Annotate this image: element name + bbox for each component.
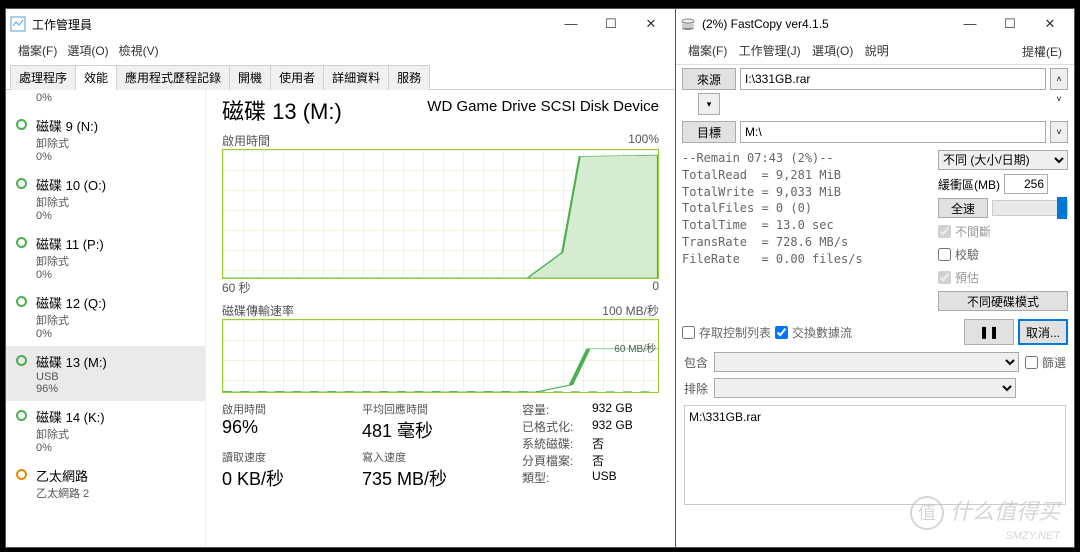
- close-button[interactable]: ✕: [631, 16, 671, 32]
- menu-options[interactable]: 選項(O): [63, 41, 112, 60]
- tab-startup[interactable]: 開機: [229, 65, 271, 90]
- chart-active-time: [222, 149, 659, 279]
- main-panel: 磁碟 13 (M:) WD Game Drive SCSI Disk Devic…: [206, 90, 675, 547]
- exclude-select[interactable]: [714, 378, 1016, 398]
- chart2-max: 100 MB/秒: [602, 302, 659, 319]
- sidebar-disk-item[interactable]: 磁碟 12 (Q:)卸除式0%: [6, 287, 205, 346]
- chart2-label: 磁碟傳輸速率: [222, 302, 294, 319]
- sidebar-disk-item[interactable]: 磁碟 9 (N:)卸除式0%: [6, 110, 205, 169]
- status-dot-icon: [16, 119, 27, 130]
- menu-options[interactable]: 選項(O): [808, 43, 857, 59]
- fullspeed-button[interactable]: 全速: [938, 198, 988, 218]
- status-dot-icon: [16, 355, 27, 366]
- estimate-checkbox: [938, 271, 951, 284]
- source-dropdown-icon[interactable]: ˄˅: [1050, 68, 1068, 90]
- stat-active-time: 96%: [222, 417, 362, 438]
- mode-select[interactable]: 不同 (大小/日期): [938, 150, 1068, 170]
- exclude-label: 排除: [684, 380, 708, 397]
- menu-elevate[interactable]: 提權(E): [1018, 42, 1066, 61]
- status-dot-icon: [16, 469, 27, 480]
- maximize-button[interactable]: ☐: [591, 16, 631, 32]
- diffdisk-button[interactable]: 不同硬碟模式: [938, 291, 1068, 311]
- status-text: --Remain 07:43 (2%)-- TotalRead = 9,281 …: [682, 150, 932, 311]
- log-area[interactable]: M:\331GB.rar: [684, 405, 1066, 505]
- filter-checkbox[interactable]: [1025, 356, 1038, 369]
- menubar: 檔案(F) 選項(O) 檢視(V): [6, 39, 675, 62]
- status-dot-icon: [16, 410, 27, 421]
- titlebar: (2%) FastCopy ver4.1.5 — ☐ ✕: [676, 9, 1074, 39]
- watermark: 值什么值得买SMZY.NET: [910, 494, 1060, 542]
- acl-checkbox[interactable]: [682, 326, 695, 339]
- window-title: (2%) FastCopy ver4.1.5: [696, 17, 950, 31]
- status-dot-icon: [16, 178, 27, 189]
- cancel-button[interactable]: 取消...: [1018, 319, 1068, 345]
- minimize-button[interactable]: —: [950, 16, 990, 32]
- stream-checkbox[interactable]: [775, 326, 788, 339]
- tab-processes[interactable]: 處理程序: [10, 65, 76, 90]
- sidebar-disk-item[interactable]: 磁碟 13 (M:)USB96%: [6, 346, 205, 401]
- chart1-max: 100%: [628, 132, 659, 149]
- source-button[interactable]: 來源: [682, 68, 736, 90]
- dest-dropdown-icon[interactable]: ˅: [1050, 121, 1068, 143]
- verify-checkbox[interactable]: [938, 248, 951, 261]
- task-manager-window: 工作管理員 — ☐ ✕ 檔案(F) 選項(O) 檢視(V) 處理程序 效能 應用…: [6, 9, 676, 547]
- buffer-label: 緩衝區(MB): [938, 176, 1000, 193]
- sidebar-disk-item[interactable]: 磁碟 10 (O:)卸除式0%: [6, 169, 205, 228]
- window-title: 工作管理員: [26, 16, 551, 33]
- status-dot-icon: [16, 296, 27, 307]
- swap-icon[interactable]: ▾: [698, 93, 720, 115]
- tabs: 處理程序 效能 應用程式歷程記錄 開機 使用者 詳細資料 服務: [6, 64, 675, 90]
- tab-performance[interactable]: 效能: [75, 65, 117, 90]
- tab-apphistory[interactable]: 應用程式歷程記錄: [116, 65, 230, 90]
- include-label: 包含: [684, 354, 708, 371]
- sidebar-disk-item[interactable]: 磁碟 11 (P:)卸除式0%: [6, 228, 205, 287]
- nonstop-checkbox: [938, 225, 951, 238]
- speed-slider[interactable]: [992, 200, 1068, 216]
- menu-jobmgr[interactable]: 工作管理(J): [735, 43, 805, 59]
- titlebar: 工作管理員 — ☐ ✕: [6, 9, 675, 39]
- include-select[interactable]: [714, 352, 1019, 372]
- maximize-button[interactable]: ☐: [990, 16, 1030, 32]
- taskmgr-icon: [10, 16, 26, 32]
- minimize-button[interactable]: —: [551, 16, 591, 32]
- fastcopy-window: (2%) FastCopy ver4.1.5 — ☐ ✕ 檔案(F) 工作管理(…: [676, 9, 1074, 547]
- chart-transfer-rate: 60 MB/秒: [222, 319, 659, 393]
- stat-write-speed: 735 MB/秒: [362, 465, 502, 491]
- source-input[interactable]: [740, 68, 1046, 90]
- close-button[interactable]: ✕: [1030, 16, 1070, 32]
- menu-file[interactable]: 檔案(F): [684, 43, 731, 59]
- crumb: 0%: [36, 92, 52, 104]
- fastcopy-icon: [680, 16, 696, 32]
- sidebar-disk-item[interactable]: 乙太網路乙太網路 2: [6, 460, 205, 507]
- sidebar-disk-item[interactable]: 磁碟 14 (K:)卸除式0%: [6, 401, 205, 460]
- menu-view[interactable]: 檢視(V): [115, 41, 163, 60]
- sidebar[interactable]: 0% 磁碟 9 (N:)卸除式0%磁碟 10 (O:)卸除式0%磁碟 11 (P…: [6, 90, 206, 547]
- chart1-label: 啟用時間: [222, 132, 270, 149]
- device-name: WD Game Drive SCSI Disk Device: [427, 98, 659, 115]
- menu-help[interactable]: 說明: [861, 43, 893, 59]
- dest-button[interactable]: 目標: [682, 121, 736, 143]
- menu-file[interactable]: 檔案(F): [14, 41, 61, 60]
- tab-users[interactable]: 使用者: [270, 65, 324, 90]
- tab-services[interactable]: 服務: [388, 65, 430, 90]
- dest-input[interactable]: [740, 121, 1046, 143]
- disk-heading: 磁碟 13 (M:): [222, 94, 342, 126]
- stat-response-time: 481 毫秒: [362, 417, 502, 443]
- stat-read-speed: 0 KB/秒: [222, 465, 362, 491]
- status-dot-icon: [16, 237, 27, 248]
- pause-button[interactable]: ❚❚: [964, 319, 1014, 345]
- tab-details[interactable]: 詳細資料: [323, 65, 389, 90]
- buffer-input[interactable]: [1004, 174, 1048, 194]
